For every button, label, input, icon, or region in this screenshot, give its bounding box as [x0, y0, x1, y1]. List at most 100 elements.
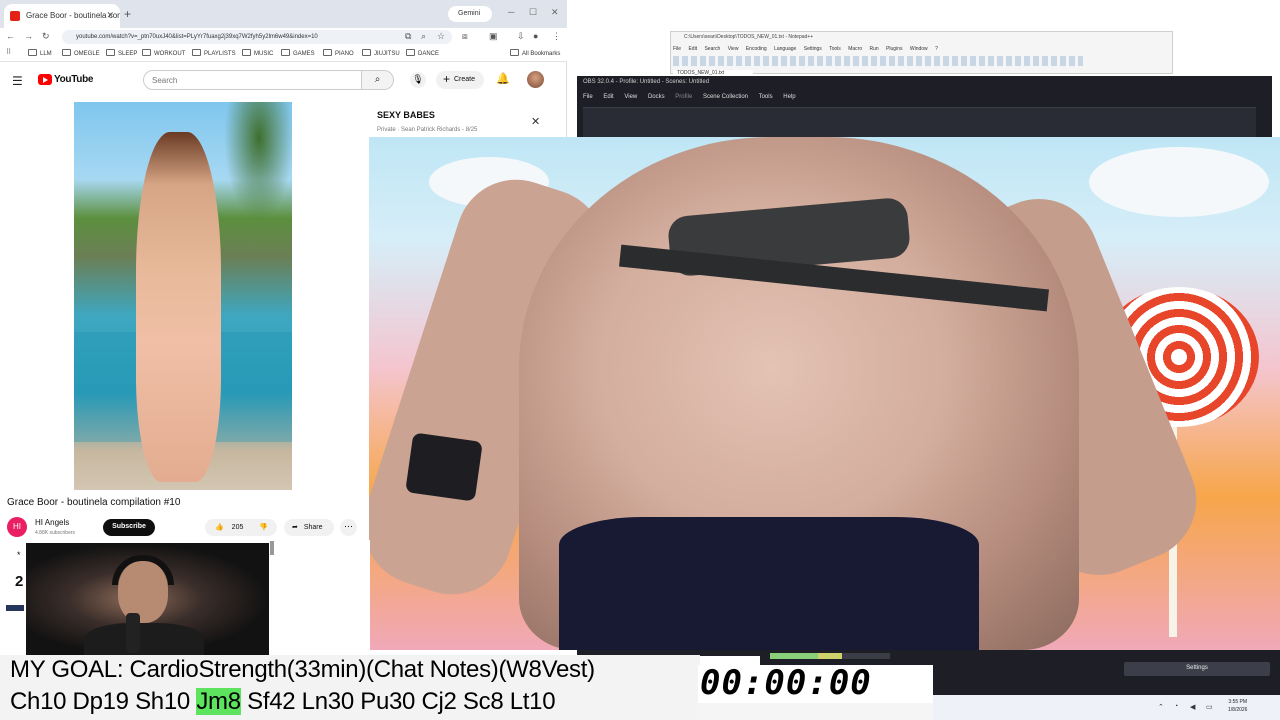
notepad-menu-tools[interactable]: Tools [829, 46, 841, 52]
wifi-icon[interactable]: ◔ [1174, 703, 1178, 710]
obs-title: OBS 32.0.4 - Profile: Untitled - Scenes:… [583, 79, 710, 85]
obs-menu-view[interactable]: View [624, 94, 637, 100]
reload-icon[interactable]: ↻ [42, 31, 50, 42]
gemini-button[interactable]: Gemini [448, 6, 492, 22]
obs-menu-edit[interactable]: Edit [603, 94, 613, 100]
notifications-bell-icon[interactable]: 🔔 [496, 72, 510, 85]
notepad-toolbar[interactable] [673, 56, 1083, 66]
microphone-icon[interactable]: 🎙 [410, 72, 426, 88]
goal-text: MY GOAL: CardioStrength(33min)(Chat Note… [10, 656, 595, 683]
podcast-video[interactable] [26, 543, 269, 655]
wrist-band [405, 432, 483, 502]
obs-menu: File Edit View Docks Profile Scene Colle… [583, 94, 805, 100]
bookmark-workout[interactable]: WORKOUT [142, 49, 185, 57]
notepad-menu-language[interactable]: Language [774, 46, 796, 52]
stats-before: Ch10 Dp19 Sh10 [10, 688, 197, 715]
battery-icon[interactable]: ▭ [1206, 703, 1213, 711]
bookmark-piano[interactable]: PIANO [323, 49, 354, 57]
bookmark-music[interactable]: MUSIC [242, 49, 273, 57]
obs-menu-scene-collection[interactable]: Scene Collection [703, 94, 748, 100]
playlist-title[interactable]: SEXY BABES [377, 110, 435, 120]
share-button[interactable]: ➦ Share [284, 519, 334, 536]
notepad-menu-encoding[interactable]: Encoding [746, 46, 767, 52]
download-icon[interactable]: ⇩ [517, 31, 525, 42]
youtube-logo-icon[interactable] [38, 74, 52, 85]
share-icon: ➦ [292, 524, 298, 531]
stats-highlight: Jm8 [196, 688, 241, 715]
notepad-menu-run[interactable]: Run [870, 46, 879, 52]
address-bar[interactable]: youtube.com/watch?v=_ptn70uxJ40&list=PLy… [62, 30, 452, 44]
maximize-icon[interactable]: ☐ [529, 7, 537, 18]
notepad-menu-window[interactable]: Window [910, 46, 928, 52]
back-icon[interactable]: ← [6, 31, 15, 41]
host-shirt [84, 623, 204, 655]
bookmark-sleep[interactable]: SLEEP [106, 49, 137, 57]
notepad-menu-help[interactable]: ? [935, 46, 938, 52]
palm-tree-shape [224, 102, 292, 222]
subscribe-button[interactable]: Subscribe [103, 519, 155, 536]
person-figure [136, 132, 221, 482]
audio-mixer-meter[interactable] [770, 653, 890, 659]
all-bookmarks[interactable]: All Bookmarks [510, 49, 560, 57]
notepad-menu-plugins[interactable]: Plugins [886, 46, 902, 52]
thumbs-down-icon[interactable]: 👎 [259, 524, 268, 531]
like-dislike-group[interactable]: 👍 205 👎 [205, 519, 277, 536]
account-avatar[interactable] [527, 71, 544, 88]
search-icon[interactable]: ⌕ [362, 70, 394, 90]
tray-chevron-icon[interactable]: ⌃ [1158, 703, 1164, 711]
like-count: 205 [231, 524, 244, 531]
thumbs-up-icon[interactable]: 👍 [215, 524, 224, 531]
obs-menu-help[interactable]: Help [783, 94, 795, 100]
obs-menu-profile[interactable]: Profile [675, 94, 692, 100]
search-input[interactable]: Search [143, 70, 362, 90]
hamburger-menu-icon[interactable]: ☰ [12, 74, 23, 88]
create-button[interactable]: Create [436, 71, 484, 89]
extensions-icon[interactable]: ⧈ [462, 31, 468, 42]
notepad-menu-view[interactable]: View [728, 46, 739, 52]
bookmark-dance[interactable]: DANCE [406, 49, 439, 57]
side-blue-bar [6, 605, 24, 611]
obs-menu-docks[interactable]: Docks [648, 94, 665, 100]
close-window-icon[interactable]: ✕ [551, 7, 559, 18]
bookmark-games[interactable]: GAMES [281, 49, 315, 57]
close-tab-icon[interactable]: ✕ [106, 10, 114, 21]
forward-icon[interactable]: → [24, 31, 33, 41]
channel-avatar[interactable]: HI [7, 517, 27, 537]
bookmark-playlists[interactable]: PLAYLISTS [192, 49, 236, 57]
clock-date: 1/8/2026 [1228, 707, 1248, 713]
volume-icon[interactable]: ◀ [1190, 703, 1195, 711]
scrollbar[interactable] [270, 541, 274, 555]
short-video-frame[interactable] [74, 102, 292, 490]
tab-youtube[interactable]: Grace Boor - boutinela compila ✕ [4, 4, 120, 28]
menu-dots-icon[interactable]: ⋮ [552, 31, 561, 42]
bookmark-jiujitsu[interactable]: JIUJITSU [362, 49, 400, 57]
close-playlist-icon[interactable]: ✕ [531, 115, 540, 128]
notepad-menu-search[interactable]: Search [704, 46, 720, 52]
notepad-menu-edit[interactable]: Edit [688, 46, 697, 52]
notepad-title: C:\Users\sean\Desktop\TODOS_NEW_01.txt -… [684, 34, 814, 40]
obs-preview-area[interactable] [583, 107, 1256, 137]
bookmark-llm[interactable]: LLM [28, 49, 52, 57]
zoom-icon[interactable]: ⌕ [421, 31, 426, 42]
profile-icon[interactable]: ● [533, 31, 538, 41]
bookmark-omegle[interactable]: OMEGLE [62, 49, 100, 57]
apps-icon[interactable]: ⠿ [6, 48, 11, 56]
more-actions-icon[interactable]: ⋯ [340, 519, 357, 536]
sidepanel-icon[interactable]: ▣ [489, 31, 498, 42]
webcam-feed [369, 137, 1280, 650]
stopwatch-timer: 00:00:00 [700, 663, 872, 703]
channel-name[interactable]: HI Angels [35, 518, 69, 527]
install-icon[interactable]: ⧉ [405, 31, 411, 42]
new-tab-icon[interactable]: + [124, 7, 131, 21]
obs-menu-file[interactable]: File [583, 94, 593, 100]
minimize-icon[interactable]: ─ [508, 7, 514, 17]
obs-settings-button[interactable]: Settings [1124, 662, 1270, 676]
notepad-menu-settings[interactable]: Settings [804, 46, 822, 52]
taskbar-clock[interactable]: 3:55 PM 1/8/2026 [1228, 698, 1247, 714]
cloud-shape [1089, 147, 1269, 217]
notepad-menu-macro[interactable]: Macro [848, 46, 862, 52]
bookmark-star-icon[interactable]: ☆ [437, 31, 445, 42]
youtube-logo-text[interactable]: YouTube [54, 74, 94, 85]
obs-menu-tools[interactable]: Tools [759, 94, 773, 100]
notepad-menu-file[interactable]: File [673, 46, 681, 52]
